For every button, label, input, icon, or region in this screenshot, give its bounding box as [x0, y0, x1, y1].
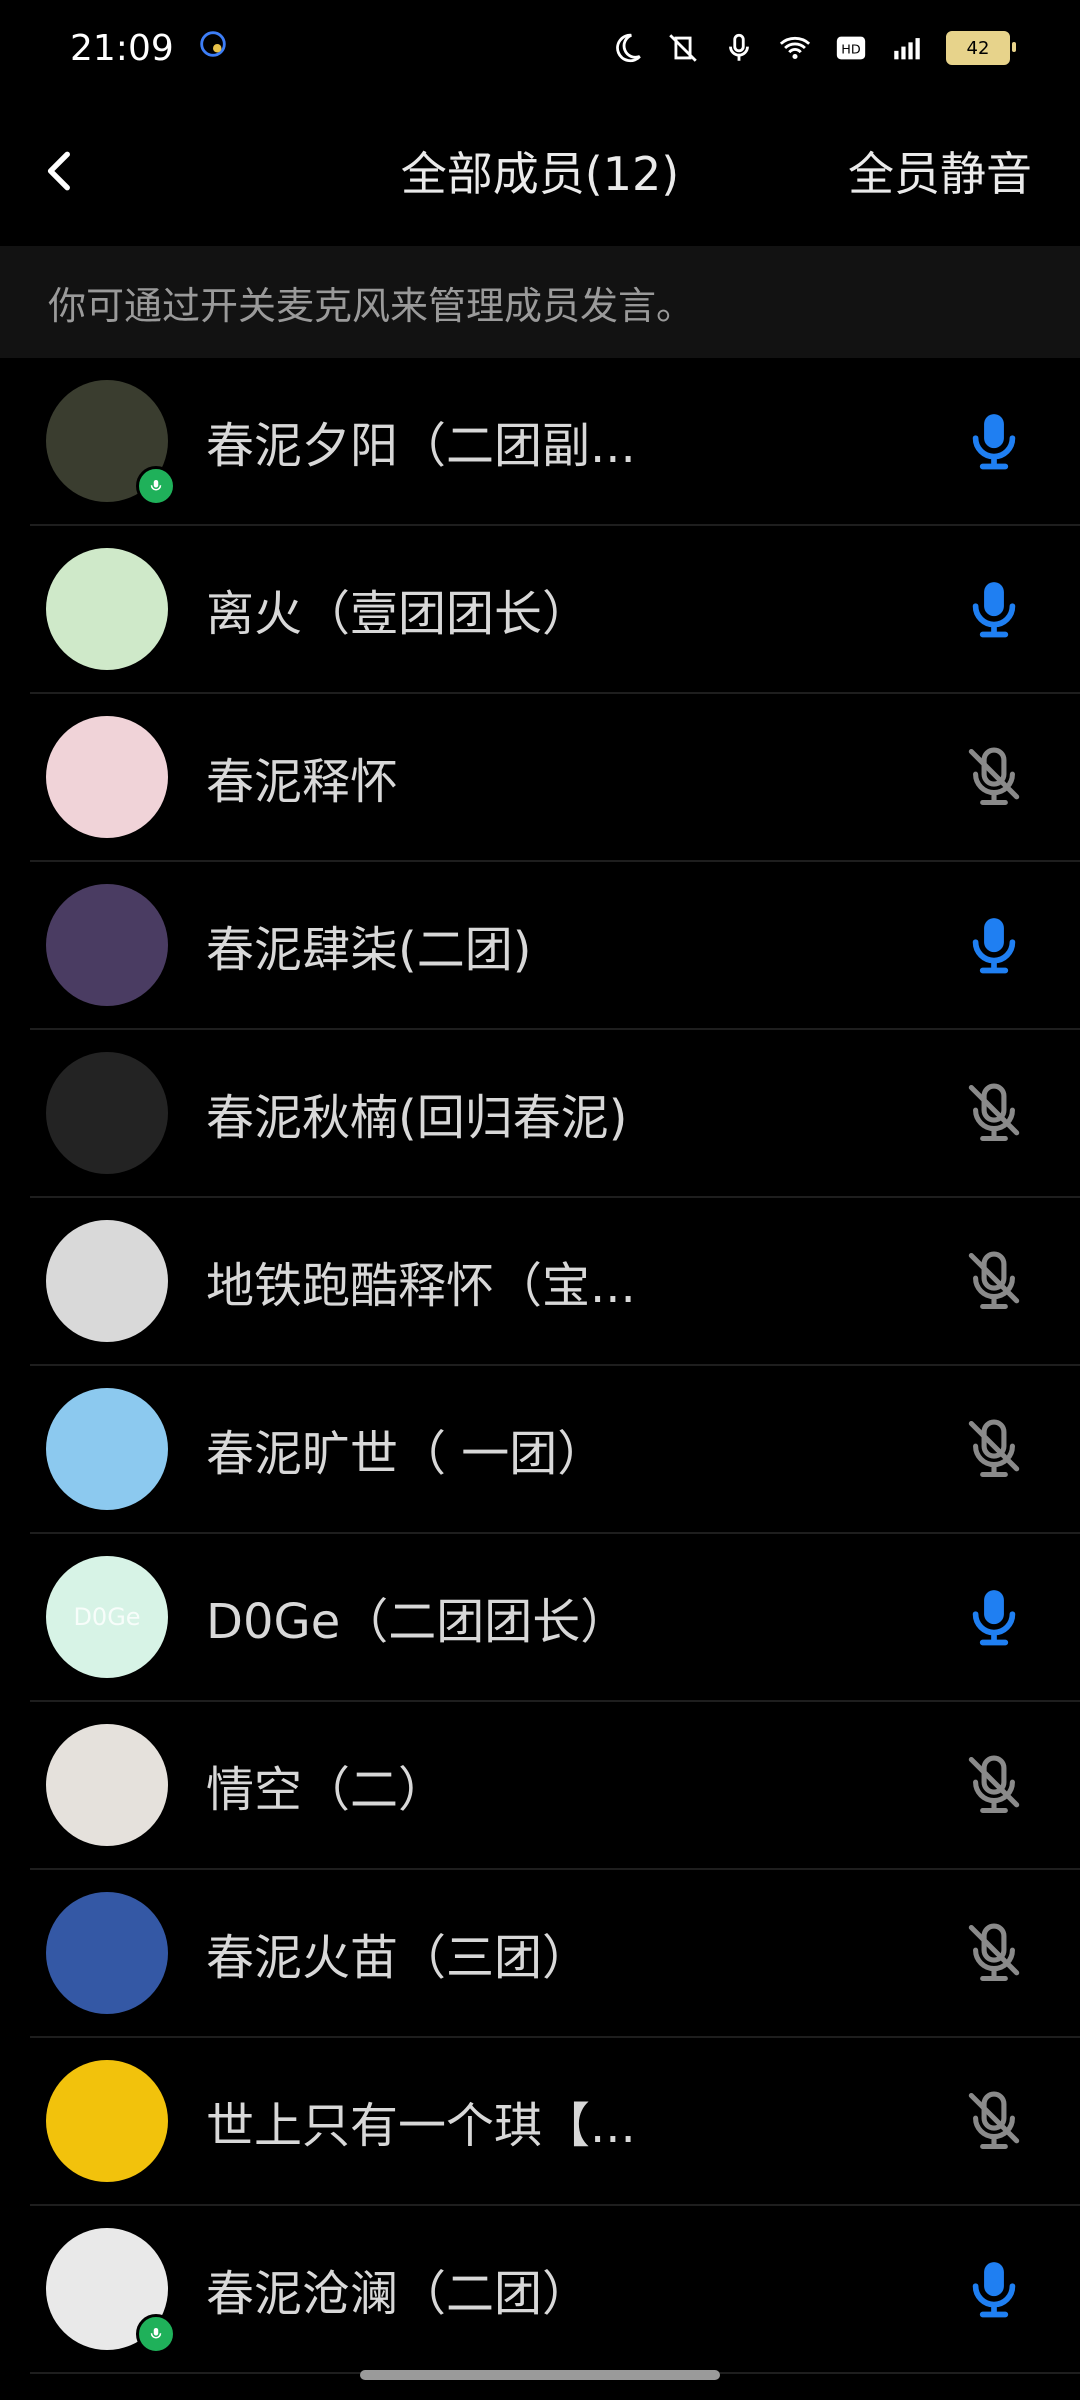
- mic-off-button[interactable]: [960, 1415, 1028, 1483]
- member-name: 春泥沧澜（二团）: [206, 2266, 591, 2322]
- mic-off-button[interactable]: [960, 1919, 1028, 1987]
- mic-off-icon: [968, 1755, 1020, 1814]
- speaking-badge-icon: [136, 2314, 176, 2354]
- avatar[interactable]: [46, 1724, 168, 1846]
- member-row[interactable]: 地铁跑酷释怀（宝...: [30, 1198, 1080, 1366]
- member-name: 情空（二）: [206, 1762, 447, 1818]
- avatar[interactable]: [46, 884, 168, 1006]
- status-time: 21:09: [70, 27, 174, 69]
- mic-on-button[interactable]: [960, 2255, 1028, 2323]
- do-not-disturb-icon: [616, 33, 641, 63]
- member-name: 世上只有一个琪【...: [206, 2098, 636, 2154]
- member-row[interactable]: 春泥火苗（三团）: [30, 1870, 1080, 2038]
- mic-off-icon: [968, 1419, 1020, 1478]
- mic-on-icon: [972, 582, 1016, 638]
- mic-off-icon: [968, 1251, 1020, 1310]
- mic-off-icon: [968, 2091, 1020, 2150]
- avatar[interactable]: [46, 1220, 168, 1342]
- member-row[interactable]: 春泥沧澜（二团）: [30, 2206, 1080, 2374]
- mic-off-icon: [968, 1923, 1020, 1982]
- mic-on-icon: [972, 414, 1016, 470]
- mic-status-icon: [729, 33, 749, 61]
- hd-icon: HD: [836, 36, 866, 60]
- member-row[interactable]: 离火（壹团团长）: [30, 526, 1080, 694]
- mic-off-icon: [968, 747, 1020, 806]
- member-list: 春泥夕阳（二团副... 离火（壹团团长） 春泥释怀春泥肆柒(二团) 春泥秋楠(回归春泥…: [0, 358, 1080, 2374]
- avatar[interactable]: [46, 1388, 168, 1510]
- member-row[interactable]: 情空（二）: [30, 1702, 1080, 1870]
- avatar[interactable]: [46, 716, 168, 838]
- mic-off-button[interactable]: [960, 1247, 1028, 1315]
- svg-text:HD: HD: [841, 43, 861, 58]
- mute-all-button[interactable]: 全员静音: [848, 138, 1032, 204]
- member-name: 春泥夕阳（二团副...: [206, 418, 636, 474]
- status-bar: 21:09 HD 42: [0, 0, 1080, 96]
- member-name: 春泥肆柒(二团): [206, 922, 532, 978]
- mic-on-button[interactable]: [960, 575, 1028, 643]
- member-row[interactable]: 春泥夕阳（二团副...: [30, 358, 1080, 526]
- avatar-text: D0Ge: [73, 1603, 141, 1631]
- member-name: 春泥火苗（三团）: [206, 1930, 591, 1986]
- hint-text: 你可通过开关麦克风来管理成员发言。: [0, 246, 1080, 358]
- mic-on-icon: [972, 918, 1016, 974]
- mic-off-button[interactable]: [960, 2087, 1028, 2155]
- member-name: 春泥释怀: [206, 754, 399, 810]
- mic-off-button[interactable]: [960, 1751, 1028, 1819]
- mic-on-button[interactable]: [960, 1583, 1028, 1651]
- vibrate-off-icon: [669, 34, 697, 62]
- home-indicator[interactable]: [360, 2370, 720, 2380]
- mic-on-button[interactable]: [960, 407, 1028, 475]
- assistant-icon: [196, 27, 230, 70]
- member-row[interactable]: D0Ge D0Ge（二团团长）: [30, 1534, 1080, 1702]
- member-name: 地铁跑酷释怀（宝...: [206, 1258, 636, 1314]
- member-name: D0Ge（二团团长）: [206, 1594, 629, 1650]
- speaking-badge-icon: [136, 466, 176, 506]
- wifi-icon: [779, 36, 811, 60]
- mic-off-icon: [968, 1083, 1020, 1142]
- signal-4g-icon: [894, 38, 920, 60]
- member-row[interactable]: 春泥释怀: [30, 694, 1080, 862]
- mic-on-button[interactable]: [960, 911, 1028, 979]
- battery-level: 42: [966, 37, 990, 59]
- avatar[interactable]: D0Ge: [46, 1556, 168, 1678]
- avatar[interactable]: [46, 2060, 168, 2182]
- mic-off-button[interactable]: [960, 743, 1028, 811]
- top-nav: 全部成员(12) 全员静音: [0, 96, 1080, 246]
- avatar[interactable]: [46, 548, 168, 670]
- member-row[interactable]: 春泥旷世（ 一团）: [30, 1366, 1080, 1534]
- member-row[interactable]: 春泥秋楠(回归春泥): [30, 1030, 1080, 1198]
- mic-off-button[interactable]: [960, 1079, 1028, 1147]
- member-name: 春泥秋楠(回归春泥): [206, 1090, 628, 1146]
- member-name: 离火（壹团团长）: [206, 586, 591, 642]
- member-row[interactable]: 世上只有一个琪【...: [30, 2038, 1080, 2206]
- member-row[interactable]: 春泥肆柒(二团): [30, 862, 1080, 1030]
- avatar[interactable]: [46, 1052, 168, 1174]
- member-name: 春泥旷世（ 一团）: [206, 1426, 606, 1482]
- mic-on-icon: [972, 1590, 1016, 1646]
- mic-on-icon: [972, 2262, 1016, 2318]
- avatar[interactable]: [46, 1892, 168, 2014]
- battery-icon: 42: [946, 31, 1016, 65]
